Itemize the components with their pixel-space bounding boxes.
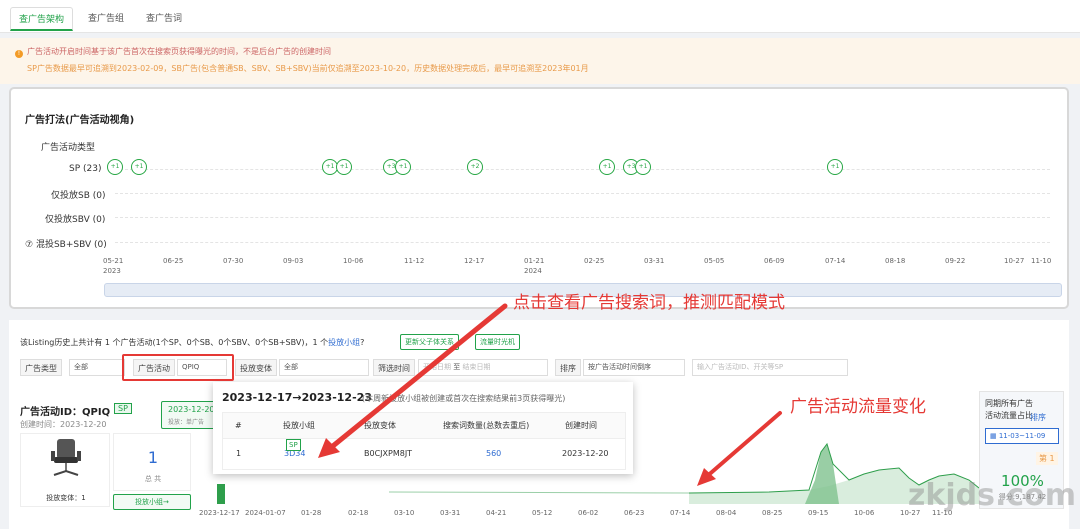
watermark: zkjds.com [907, 478, 1076, 513]
annotation-text-2: 广告活动流量变化 [790, 397, 926, 417]
annotation-arrows [318, 303, 782, 486]
annotation-text-1: 点击查看广告搜索词，推测匹配模式 [513, 293, 785, 313]
